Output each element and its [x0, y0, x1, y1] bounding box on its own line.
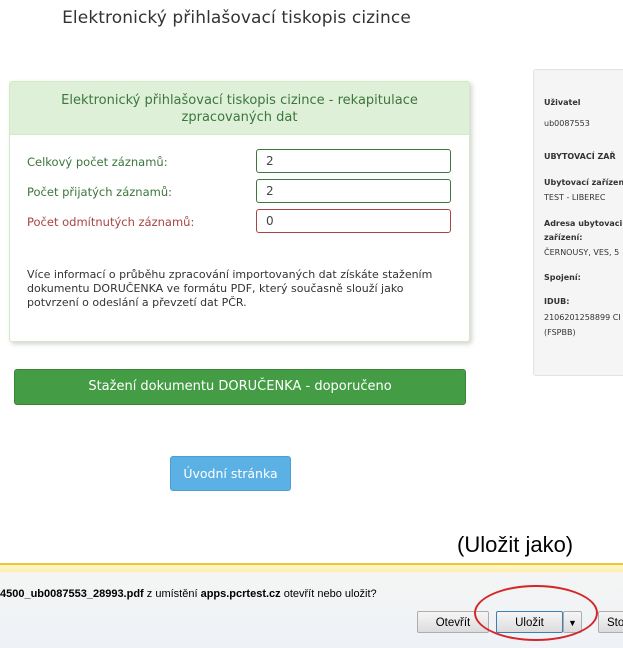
recap-panel: Elektronický přihlašovací tiskopis cizin…	[9, 81, 470, 342]
download-receipt-button[interactable]: Stažení dokumentu DORUČENKA - doporučeno	[14, 369, 466, 405]
rejected-records-label: Počet odmítnutých záznamů:	[27, 215, 195, 229]
user-label: Uživatel	[544, 98, 581, 107]
cancel-button[interactable]: Sto	[598, 611, 623, 633]
file-name: 4500_ub0087553_28993.pdf	[0, 588, 144, 600]
user-value: ub0087553	[544, 119, 590, 128]
total-records-row: Celkový počet záznamů: 2	[27, 149, 455, 173]
question-text: otevřít nebo uložit?	[280, 588, 377, 600]
site-name: apps.pcrtest.cz	[200, 588, 281, 600]
address-value: ČERNOUSY, VES, 5	[544, 248, 620, 257]
total-records-field: 2	[256, 149, 451, 173]
idub-label: IDUB:	[544, 297, 570, 306]
facility-section-heading: UBYTOVACÍ ZAŘ	[544, 152, 616, 161]
total-records-label: Celkový počet záznamů:	[27, 155, 168, 169]
idub-value: 2106201258899 CI	[544, 313, 621, 322]
address-label-2: zařízení:	[544, 233, 583, 242]
rejected-records-row: Počet odmítnutých záznamů: 0	[27, 209, 455, 233]
rejected-records-field: 0	[256, 209, 451, 233]
home-page-button[interactable]: Úvodní stránka	[170, 456, 291, 491]
highlight-ellipse	[474, 585, 598, 641]
contact-label: Spojení:	[544, 273, 581, 282]
from-text: z umístění	[143, 588, 201, 600]
download-prompt: 4500_ub0087553_28993.pdf z umístění apps…	[0, 588, 377, 600]
panel-heading: Elektronický přihlašovací tiskopis cizin…	[10, 82, 469, 135]
info-text: Více informací o průběhu zpracování impo…	[27, 268, 433, 309]
facility-label: Ubytovací zařízen	[544, 178, 623, 187]
facility-value: TEST - LIBEREC	[544, 193, 606, 202]
address-label: Adresa ubytovaci	[544, 219, 623, 228]
idub-value-suffix: (FSPBB)	[544, 328, 576, 337]
page-title: Elektronický přihlašovací tiskopis cizin…	[62, 8, 411, 28]
save-as-annotation: (Uložit jako)	[457, 532, 574, 557]
accepted-records-field: 2	[256, 179, 451, 203]
accepted-records-row: Počet přijatých záznamů: 2	[27, 179, 455, 203]
accepted-records-label: Počet přijatých záznamů:	[27, 185, 172, 199]
user-sidebar: Uživatel ub0087553 UBYTOVACÍ ZAŘ Ubytova…	[533, 69, 623, 376]
